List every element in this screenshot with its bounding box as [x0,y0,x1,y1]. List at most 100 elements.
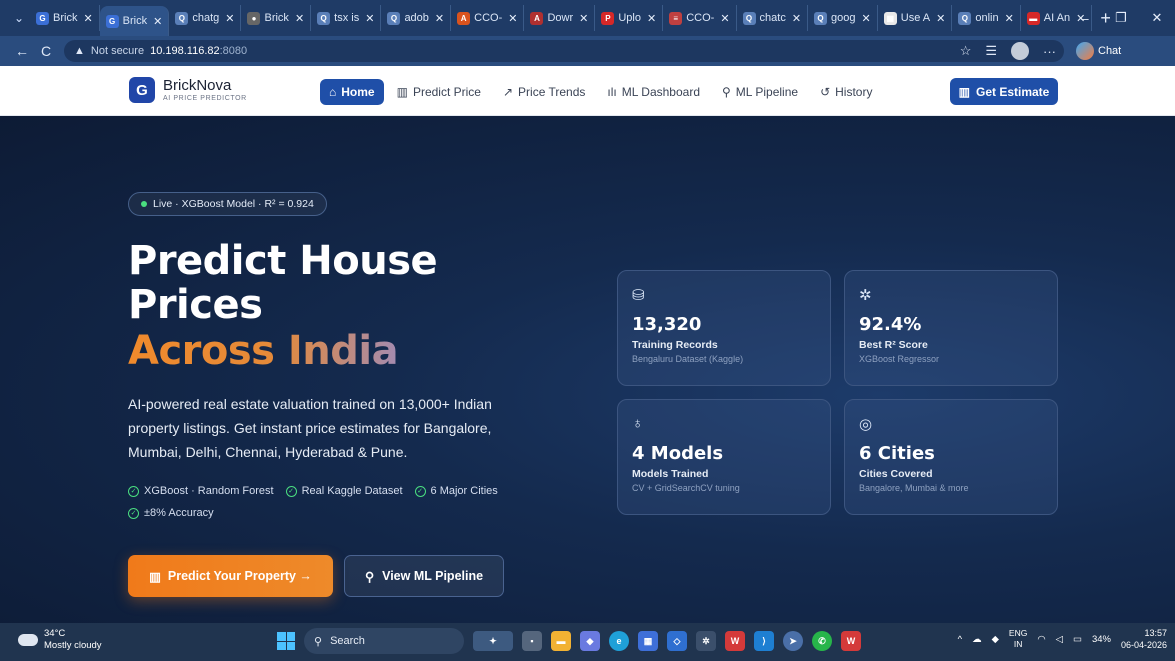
nav-link-price-trends[interactable]: ↗ Price Trends [494,79,594,105]
tab-close-icon[interactable]: ✕ [153,15,162,28]
brain-icon: ✲ [859,287,872,304]
toolbar-actions: ☆ ☰ ··· [960,42,1064,60]
nav-link-home[interactable]: ⌂ Home [320,79,384,105]
tab-close-icon[interactable]: ✕ [647,12,656,25]
browser-tab[interactable]: A CCO- ✕ [451,5,525,31]
hero-title-line-2: Prices [128,282,263,328]
file-explorer-icon[interactable]: ▬ [551,631,571,651]
volume-icon[interactable]: ◁ [1056,634,1063,645]
tab-close-icon[interactable]: ✕ [365,12,374,25]
feature-chip: ✓ 6 Major Cities [414,485,498,497]
tab-close-icon[interactable]: ✕ [862,12,871,25]
close-icon[interactable]: ✕ [1139,10,1175,26]
browser-tab[interactable]: ● Brick ✕ [241,5,312,31]
tab-close-icon[interactable]: ✕ [579,12,588,25]
pdf-app-icon[interactable]: W [725,631,745,651]
battery-icon[interactable]: ▭ [1073,634,1082,645]
nav-link-history[interactable]: ↺ History [811,79,881,105]
favorites-icon[interactable]: ☰ [985,43,997,59]
tab-close-icon[interactable]: ✕ [720,12,729,25]
trend-icon: ↗ [502,85,514,99]
browser-tab[interactable]: Qchatg ✕ [169,5,242,31]
brand-logo-link[interactable]: G BrickNova AI PRICE PREDICTOR [129,77,247,103]
region-code: IN [1013,639,1023,649]
back-icon[interactable]: ← [10,43,34,59]
pdf-reader-icon[interactable]: W [841,631,861,651]
browser-tab[interactable]: ▦ Use A ✕ [878,5,953,31]
system-tray: ^ ☁ ◆ ENG IN ◠ ◁ ▭ 34% 13:57 06-04-2026 [958,627,1167,651]
profile-avatar[interactable] [1011,42,1029,60]
minimize-icon[interactable]: – [1067,11,1103,26]
nav-link-label: Price Trends [518,85,586,99]
tab-title: chatc [759,12,786,24]
security-status: Not secure [90,45,145,57]
language-indicator[interactable]: ENG IN [1009,628,1027,650]
nav-link-ml-pipeline[interactable]: ⚲ ML Pipeline [713,79,807,105]
brain-app-icon[interactable]: ✲ [696,631,716,651]
tab-close-icon[interactable]: ✕ [508,12,517,25]
get-estimate-button[interactable]: ▥ Get Estimate [950,78,1058,105]
browser-tab[interactable]: Qonlin ✕ [952,5,1021,31]
store-icon[interactable]: ▦ [638,631,658,651]
telegram-icon[interactable]: ➤ [783,631,803,651]
clock[interactable]: 13:57 06-04-2026 [1121,627,1167,651]
tab-close-icon[interactable]: ✕ [295,12,304,25]
view-ml-pipeline-button[interactable]: ⚲ View ML Pipeline [344,555,504,597]
reload-icon[interactable]: C [34,43,58,59]
browser-tab[interactable]: ≡ CCO- ✕ [663,5,737,31]
browser-tab[interactable]: Qgoog ✕ [808,5,878,31]
tab-close-icon[interactable]: ✕ [225,12,234,25]
browser-tab[interactable]: G Brick ✕ [30,5,100,31]
task-view-icon[interactable]: ▪ [522,631,542,651]
tab-close-icon[interactable]: ✕ [83,12,92,25]
tab-close-icon[interactable]: ✕ [435,12,444,25]
taskbar-apps: ⚲ Search ✦ ▪ ▬ ◆ e ▦ ◇ ✲ W ⟩ ➤ ✆ W [277,628,861,654]
nav-link-ml-dashboard[interactable]: ılı ML Dashboard [598,79,709,105]
predict-property-button[interactable]: ▥ Predict Your Property → [128,555,333,597]
more-menu-icon[interactable]: ··· [1043,44,1056,59]
browser-tab[interactable]: Qtsx is ✕ [311,5,382,31]
live-model-badge: Live · XGBoost Model · R² = 0.924 [128,192,327,216]
tab-actions-menu-icon[interactable]: ⌄ [8,7,30,29]
tab-close-icon[interactable]: ✕ [936,12,945,25]
stat-label: Best R² Score [859,339,928,351]
browser-tab[interactable]: P Uplo ✕ [595,5,664,31]
tab-close-icon[interactable]: ✕ [792,12,801,25]
dropbox-icon[interactable]: ◇ [667,631,687,651]
location-pin-icon: ◎ [859,416,873,433]
copilot-app-icon[interactable]: ◆ [580,631,600,651]
whatsapp-icon[interactable]: ✆ [812,631,832,651]
copilot-icon [1076,42,1094,60]
check-circle-icon: ✓ [128,507,139,519]
tab-title: CCO- [474,12,503,24]
tab-favicon-icon: ▬ [1026,11,1040,25]
wifi-icon[interactable]: ◠ [1037,634,1045,645]
pipeline-icon: ⚲ [364,569,375,584]
favorite-star-icon[interactable]: ☆ [960,43,972,59]
building-icon: ▥ [396,85,408,99]
edge-browser-icon[interactable]: e [609,631,629,651]
chevron-up-icon[interactable]: ^ [958,634,962,645]
copilot-button[interactable]: Chat [1076,42,1121,60]
tab-favicon-icon: A [530,11,544,25]
restore-icon[interactable]: ❐ [1103,10,1139,26]
nav-link-predict-price[interactable]: ▥ Predict Price [388,79,490,105]
browser-tab[interactable]: A Dowr ✕ [524,5,596,31]
tab-list: G Brick ✕ G Brick ✕ Qchatg ✕ ● Brick ✕ Qtsx is ✕ Qado… [30,0,1093,36]
tab-title: Brick [53,12,78,24]
search-icon: ⚲ [314,635,323,648]
browser-tab[interactable]: Qchatc ✕ [737,5,809,31]
start-icon[interactable] [277,632,295,650]
vscode-icon[interactable]: ⟩ [754,631,774,651]
onedrive-icon[interactable]: ☁ [972,634,982,645]
time: 13:57 [1144,628,1167,638]
taskbar-search[interactable]: ⚲ Search [304,628,464,654]
tab-close-icon[interactable]: ✕ [1005,12,1014,25]
browser-tab[interactable]: Qadob ✕ [381,5,452,31]
widgets-icon[interactable]: ✦ [473,631,513,651]
app-tray-icon[interactable]: ◆ [992,634,999,645]
url-field[interactable]: ▲ Not secure 10.198.116.82 :8080 ☆ ☰ ··· [64,40,1064,62]
nav-link-label: Home [341,85,375,99]
weather-widget[interactable]: 34°C Mostly cloudy [18,628,102,652]
browser-tab[interactable]: G Brick ✕ [99,6,170,36]
